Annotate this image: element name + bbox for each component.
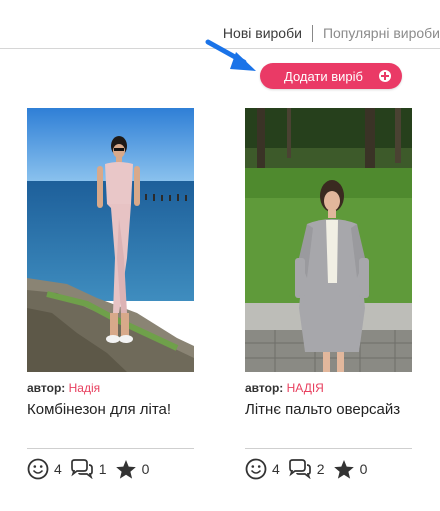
comments-icon bbox=[288, 459, 311, 479]
item-photo[interactable] bbox=[27, 108, 194, 372]
comments-stat[interactable]: 1 bbox=[70, 459, 107, 479]
comments-icon bbox=[70, 459, 93, 479]
author-label: автор: bbox=[245, 381, 284, 395]
comments-stat[interactable]: 2 bbox=[288, 459, 325, 479]
likes-stat[interactable]: 4 bbox=[27, 458, 62, 480]
favorites-stat[interactable]: 0 bbox=[115, 459, 150, 480]
item-author: автор: Надія bbox=[27, 381, 194, 395]
add-item-button[interactable]: Додати виріб bbox=[260, 63, 402, 89]
comments-count: 2 bbox=[316, 461, 325, 477]
smile-icon bbox=[245, 458, 267, 480]
plus-circle-icon bbox=[379, 70, 391, 82]
card-divider bbox=[245, 448, 412, 449]
item-stats: 4 1 0 bbox=[27, 458, 157, 480]
item-card: автор: НАДІЯ Літнє пальто оверсайз 4 2 0 bbox=[245, 108, 412, 480]
item-title[interactable]: Літнє пальто оверсайз bbox=[245, 401, 412, 419]
star-icon bbox=[115, 459, 136, 479]
item-photo[interactable] bbox=[245, 108, 412, 372]
comments-count: 1 bbox=[98, 461, 107, 477]
author-name-link[interactable]: НАДІЯ bbox=[287, 381, 324, 395]
likes-count: 4 bbox=[54, 461, 62, 477]
tab-popular-items[interactable]: Популярні вироби bbox=[313, 25, 440, 41]
item-title[interactable]: Комбінезон для літа! bbox=[27, 401, 194, 419]
item-author: автор: НАДІЯ bbox=[245, 381, 412, 395]
add-item-label: Додати виріб bbox=[284, 68, 363, 84]
likes-stat[interactable]: 4 bbox=[245, 458, 280, 480]
item-stats: 4 2 0 bbox=[245, 458, 375, 480]
card-divider bbox=[27, 448, 194, 449]
author-label: автор: bbox=[27, 381, 66, 395]
author-name-link[interactable]: Надія bbox=[69, 381, 101, 395]
smile-icon bbox=[27, 458, 49, 480]
favorites-count: 0 bbox=[141, 461, 150, 477]
item-card: автор: Надія Комбінезон для літа! 4 1 0 bbox=[27, 108, 194, 480]
star-icon bbox=[333, 459, 354, 479]
favorites-count: 0 bbox=[359, 461, 368, 477]
likes-count: 4 bbox=[272, 461, 280, 477]
favorites-stat[interactable]: 0 bbox=[333, 459, 368, 480]
arrow-pointer-icon bbox=[205, 39, 256, 71]
